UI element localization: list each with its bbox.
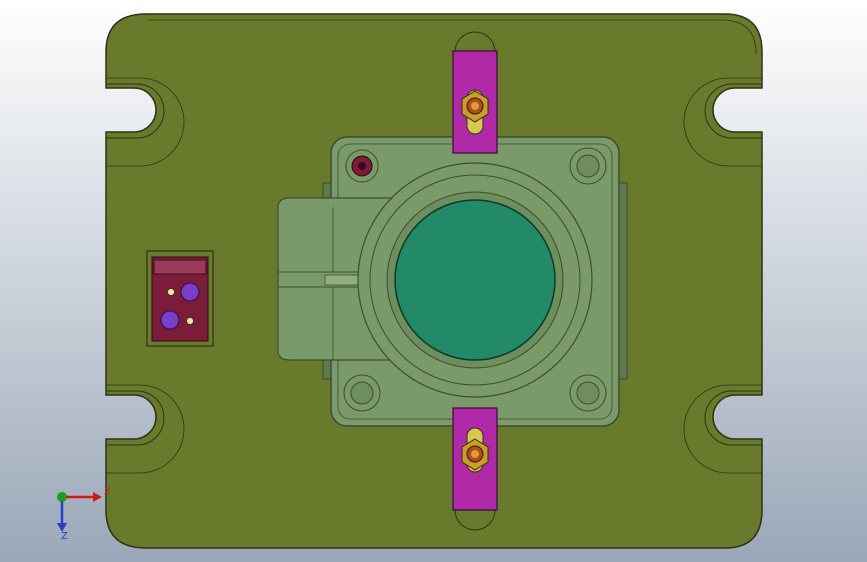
cad-viewport[interactable]: X Z — [0, 0, 867, 562]
triad-x-label: X — [104, 486, 111, 497]
clamp-top[interactable] — [452, 31, 498, 154]
connector-block[interactable] — [146, 250, 214, 347]
triad-origin — [57, 492, 67, 502]
connector-pin-small — [186, 317, 194, 325]
connector-pin-small — [167, 288, 175, 296]
clamp-bottom[interactable] — [452, 407, 498, 531]
triad-z-label: Z — [61, 531, 68, 542]
connector-pin-large — [160, 310, 180, 330]
model-drawing — [0, 0, 867, 562]
lens-window[interactable] — [394, 199, 556, 361]
connector-pin-large — [180, 282, 200, 302]
mounting-screw[interactable] — [345, 149, 379, 183]
